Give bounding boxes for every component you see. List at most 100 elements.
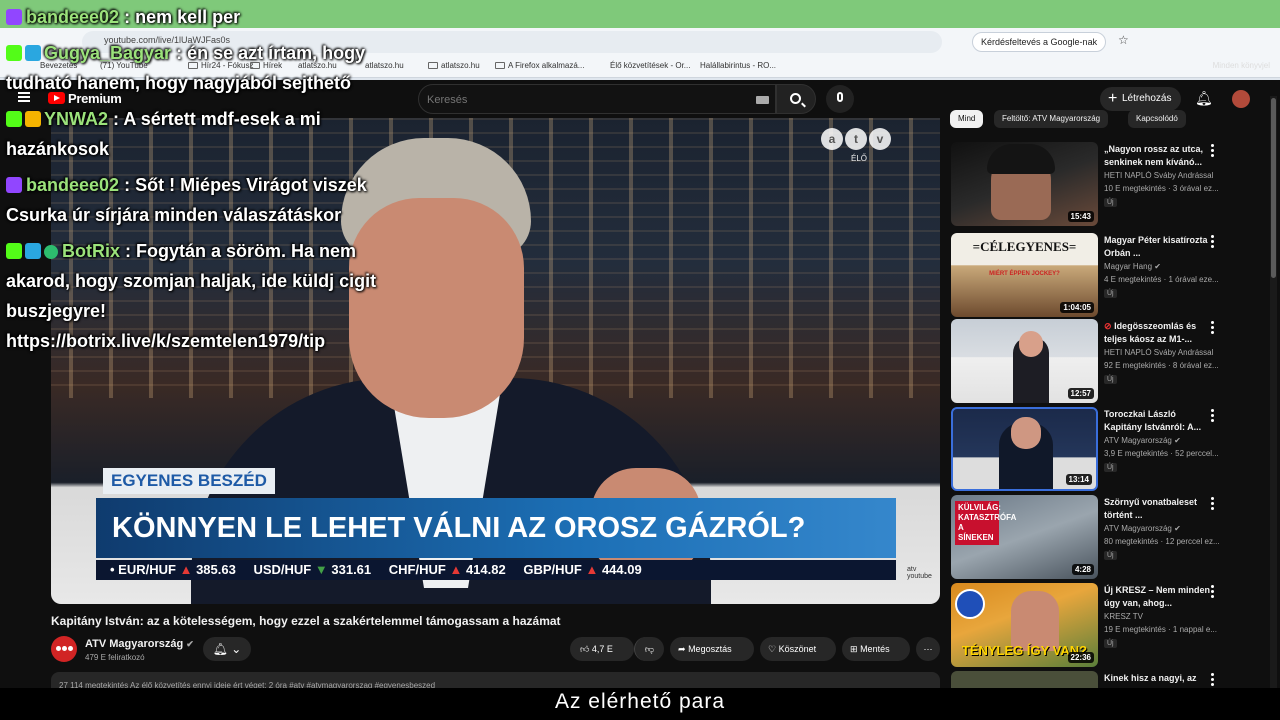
channel-name[interactable]: HETI NAPLÓ Sváby Andrással (1104, 348, 1219, 357)
chip-uploader[interactable]: Feltöltő: ATV Magyarország (994, 110, 1109, 128)
search-box[interactable] (418, 84, 776, 114)
microphone-icon (837, 92, 843, 102)
video-thumbnail[interactable]: TÉNYLEG ÍGY VAN? 22:36 (951, 583, 1098, 667)
channel-name[interactable]: ATV Magyarország ✔ (1104, 524, 1219, 533)
bookmark-item[interactable]: atlatszo.hu (428, 61, 480, 70)
search-input[interactable] (427, 91, 747, 109)
user-avatar[interactable] (1232, 90, 1250, 108)
recommendation-item[interactable]: TÉNYLEG ÍGY VAN? 22:36 Új KRESZ – Nem mi… (951, 583, 1271, 667)
video-title[interactable]: „Nagyon rossz az utca, senkinek nem kívá… (1104, 143, 1216, 169)
bookmark-item[interactable]: Élő közvetítések - Or... (610, 61, 690, 70)
channel-name[interactable]: ATV Magyarország ✔ (1104, 436, 1219, 445)
like-button[interactable]: 👍︎ 4,7 E (570, 637, 634, 661)
heart-icon: ♡ (768, 644, 777, 654)
save-button[interactable]: ⊞ Mentés (842, 637, 910, 661)
video-duration: 15:43 (1067, 211, 1094, 222)
video-duration: 22:36 (1067, 652, 1094, 663)
verified-icon: ✔ (186, 639, 194, 649)
bookmark-item[interactable]: A Firefox alkalmazá... (495, 61, 584, 70)
live-label: ÉLŐ (851, 154, 868, 163)
recommendation-item[interactable]: =CÉLEGYENES= MIÉRT ÉPPEN JOCKEY? 1:04:05… (951, 233, 1271, 317)
more-actions-button[interactable]: ⋯ (916, 637, 940, 661)
more-options-icon[interactable] (1211, 321, 1215, 336)
more-options-icon[interactable] (1211, 585, 1215, 600)
alert-icon: ⊘ (1104, 321, 1112, 331)
share-button[interactable]: ➦ Megosztás (670, 637, 754, 661)
recommendation-item[interactable]: KÜLVILÁG: KATASZTRÓFA A SÍNEKEN 4:28 Szö… (951, 495, 1271, 579)
kick-icon (6, 45, 22, 61)
chat-message-continuation: buszjegyre! (6, 301, 107, 321)
crown-badge-icon (25, 111, 41, 127)
thumbs-down-icon: 👎︎ (644, 644, 655, 654)
twitch-icon (6, 177, 22, 193)
video-meta: 10 E megtekintés · 3 órával ez... (1104, 184, 1219, 193)
bookmark-star-icon[interactable]: ☆ (1118, 33, 1129, 47)
more-options-icon[interactable] (1211, 235, 1215, 250)
video-meta: 3,9 E megtekintés · 52 perccel... (1104, 449, 1219, 458)
other-bookmarks[interactable]: Minden könyvjel (1213, 61, 1270, 70)
channel-name[interactable]: Magyar Hang ✔ (1104, 262, 1219, 271)
voice-search-button[interactable] (826, 85, 854, 113)
more-options-icon[interactable] (1211, 144, 1215, 159)
chat-message: Gugya_Bagyar : én se azt írtam, hogy (6, 38, 365, 68)
notifications-dropdown[interactable]: 🔔︎ ⌄ (203, 637, 251, 661)
bookmark-item[interactable]: Halállabirintus - RO... (700, 61, 776, 70)
verified-badge-icon (44, 245, 58, 259)
up-arrow-icon: ▲ (585, 562, 599, 577)
video-title[interactable]: ⊘ Idegösszeomlás és teljes káosz az M1-.… (1104, 320, 1216, 346)
video-thumbnail[interactable]: 12:57 (951, 319, 1098, 403)
more-options-icon[interactable] (1211, 497, 1215, 512)
verified-icon: ✔ (1154, 262, 1161, 271)
channel-avatar[interactable] (51, 636, 77, 662)
recommendation-item[interactable]: Kinek hisz a nagyi, az (951, 671, 1271, 688)
video-thumbnail[interactable]: =CÉLEGYENES= MIÉRT ÉPPEN JOCKEY? 1:04:05 (951, 233, 1098, 317)
more-options-icon[interactable] (1211, 673, 1215, 688)
more-options-icon[interactable] (1211, 409, 1215, 424)
recommendation-item[interactable]: 12:57 ⊘ Idegösszeomlás és teljes káosz a… (951, 319, 1271, 403)
ticker-item: CHF/HUF ▲ 414.82 (388, 562, 506, 577)
new-badge: Új (1104, 198, 1117, 207)
twitch-icon (6, 9, 22, 25)
video-thumbnail[interactable] (951, 671, 1098, 688)
bookmark-item[interactable]: atlatszo.hu (365, 61, 404, 70)
video-title[interactable]: Szörnyű vonatbaleset történt ... (1104, 496, 1216, 522)
video-duration: 13:14 (1065, 474, 1092, 485)
chip-related[interactable]: Kapcsolódó (1128, 110, 1186, 128)
notifications-icon[interactable]: 🔔︎ (1195, 90, 1213, 107)
video-duration: 1:04:05 (1060, 302, 1094, 313)
channel-name[interactable]: ATV Magyarország ✔ (85, 638, 194, 650)
new-badge: Új (1104, 639, 1117, 648)
video-meta: 92 E megtekintés · 8 órával ez... (1104, 361, 1219, 370)
google-ask-button[interactable]: Kérdésfeltevés a Google-nak (972, 32, 1107, 52)
chat-message: bandeee02 : Sőt ! Miépes Virágot viszek (6, 170, 367, 200)
video-thumbnail[interactable]: 13:14 (951, 407, 1098, 491)
up-arrow-icon: ▲ (179, 562, 193, 577)
chip-all[interactable]: Mind (950, 110, 984, 128)
keyboard-icon[interactable] (756, 96, 769, 104)
ticker-item: • EUR/HUF ▲ 385.63 (110, 562, 236, 577)
scrollbar-thumb[interactable] (1271, 98, 1276, 278)
channel-name[interactable]: HETI NAPLÓ Sváby Andrással (1104, 171, 1219, 180)
thanks-button[interactable]: ♡ Köszönet (760, 637, 836, 661)
create-button[interactable]: Létrehozás (1100, 87, 1182, 111)
dislike-button[interactable]: 👎︎ (634, 637, 664, 661)
video-thumbnail[interactable]: KÜLVILÁG: KATASZTRÓFA A SÍNEKEN 4:28 (951, 495, 1098, 579)
video-title[interactable]: Új KRESZ – Nem minden úgy van, ahog... (1104, 584, 1216, 610)
channel-name[interactable]: KRESZ TV (1104, 612, 1219, 621)
search-button[interactable] (776, 84, 816, 114)
ticker-item: GBP/HUF ▲ 444.09 (523, 562, 642, 577)
recommendation-item[interactable]: 15:43 „Nagyon rossz az utca, senkinek ne… (951, 142, 1271, 226)
recommendation-item[interactable]: 13:14 Toroczkai László Kapitány Istvánró… (951, 407, 1271, 491)
video-title[interactable]: Magyar Péter kisatírozta Orbán ... (1104, 234, 1216, 260)
video-title[interactable]: Toroczkai László Kapitány Istvánról: A..… (1104, 408, 1216, 434)
subscriber-count: 479 E feliratkozó (85, 653, 145, 662)
video-thumbnail[interactable]: 15:43 (951, 142, 1098, 226)
more-icon: ⋯ (923, 644, 933, 654)
video-duration: 4:28 (1071, 564, 1094, 575)
kick-icon (6, 111, 22, 127)
video-title[interactable]: Kinek hisz a nagyi, az (1104, 672, 1216, 685)
chat-message: BotRix : Fogytán a söröm. Ha nem (6, 236, 356, 266)
search-icon (790, 93, 801, 104)
video-meta: 80 megtekintés · 12 perccel ez... (1104, 537, 1219, 546)
video-duration: 12:57 (1067, 388, 1094, 399)
